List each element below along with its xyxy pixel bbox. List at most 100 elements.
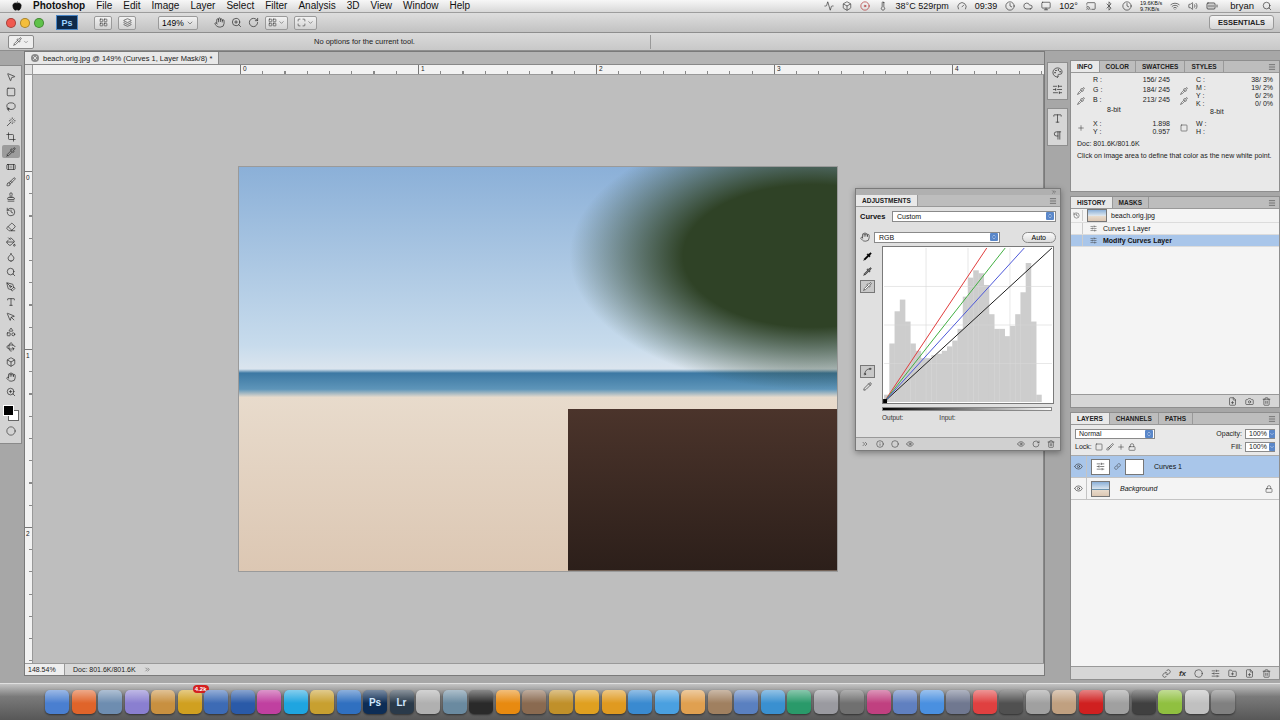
tool-button[interactable] (2, 370, 20, 383)
color-swatches[interactable] (2, 404, 20, 422)
menu-item[interactable]: Filter (265, 0, 287, 12)
healing-brush-icon[interactable] (6, 162, 16, 172)
new-layer-icon[interactable] (1245, 669, 1254, 678)
brush-icon[interactable] (6, 177, 16, 187)
dock-app[interactable]: Lr (390, 690, 414, 714)
crop-icon[interactable] (6, 132, 16, 142)
history-item[interactable]: Modify Curves Layer (1071, 235, 1279, 247)
dock-app[interactable] (628, 690, 652, 714)
dropdown[interactable]: Normal (1075, 429, 1155, 439)
previous-state-icon[interactable] (1017, 440, 1025, 448)
user-name[interactable]: bryan (1230, 0, 1254, 12)
black-point-icon[interactable] (863, 252, 872, 261)
magic-wand-icon[interactable] (6, 117, 16, 127)
tool-button[interactable] (2, 100, 20, 113)
layer-row[interactable]: Curves 1 (1071, 456, 1279, 478)
tool-button[interactable] (2, 130, 20, 143)
panel-tab[interactable]: CHANNELS (1110, 413, 1159, 424)
bar-button[interactable] (94, 16, 112, 30)
adjustments-panel[interactable]: ADJUSTMENTSCurvesCustomRGBAutoOutput:Inp… (855, 188, 1061, 451)
panel-tab[interactable]: STYLES (1185, 61, 1223, 72)
menu-item[interactable]: Image (152, 0, 180, 12)
dock-app[interactable] (655, 690, 679, 714)
curve-line[interactable] (884, 248, 1024, 402)
dock-app[interactable]: Ps (363, 690, 387, 714)
dock-app[interactable] (151, 690, 175, 714)
dock-app[interactable] (72, 690, 96, 714)
close-icon[interactable] (32, 55, 38, 61)
dock-app[interactable] (867, 690, 891, 714)
tool-button[interactable] (2, 385, 20, 398)
zoom-icon[interactable] (231, 17, 242, 28)
tool-button[interactable] (2, 205, 20, 218)
menu-item[interactable]: Window (403, 0, 439, 12)
menu-item[interactable]: Select (226, 0, 254, 12)
dock-app[interactable] (814, 690, 838, 714)
panel-menu-button[interactable] (1049, 195, 1060, 206)
dock-app[interactable] (787, 690, 811, 714)
curve-line[interactable] (884, 248, 1052, 402)
hand-icon[interactable] (214, 17, 225, 28)
dock-app[interactable] (946, 690, 970, 714)
new-document-from-state-icon[interactable] (1228, 397, 1237, 406)
arrange-documents-icon[interactable] (268, 18, 277, 27)
dock-app[interactable] (1158, 690, 1182, 714)
dock-app[interactable] (310, 690, 334, 714)
curves-tool[interactable] (860, 380, 875, 393)
panel-tab[interactable]: MASKS (1113, 197, 1149, 208)
3d-rotate-icon[interactable] (6, 342, 16, 352)
dock-app[interactable] (973, 690, 997, 714)
toggle-visibility-icon[interactable] (906, 440, 914, 448)
auto-button[interactable]: Auto (1022, 232, 1056, 243)
color-panel-icon[interactable] (1052, 67, 1063, 78)
zoom-select[interactable]: 149% (158, 16, 198, 30)
dodge-icon[interactable] (6, 267, 16, 277)
dock-app[interactable] (204, 690, 228, 714)
dock-app[interactable] (1132, 690, 1156, 714)
curves-tool[interactable] (860, 280, 875, 293)
visibility-toggle[interactable] (1071, 456, 1087, 477)
panel-menu-button[interactable] (1268, 413, 1279, 424)
menu-item[interactable]: Photoshop (33, 0, 85, 12)
menu-item[interactable]: View (370, 0, 392, 12)
tool-button[interactable] (2, 175, 20, 188)
zoom-icon[interactable] (6, 387, 16, 397)
close-tab-button[interactable] (31, 54, 39, 62)
dock-app[interactable]: 4.2k (178, 690, 202, 714)
document-tab[interactable]: beach.orig.jpg @ 149% (Curves 1, Layer M… (25, 52, 219, 64)
panel-tab[interactable]: ADJUSTMENTS (856, 195, 918, 206)
character-panel-icon[interactable] (1052, 113, 1063, 124)
tool-button[interactable] (2, 310, 20, 323)
history-item[interactable]: Curves 1 Layer (1071, 223, 1279, 235)
marquee-icon[interactable] (6, 87, 16, 97)
panel-menu-icon[interactable] (1268, 415, 1276, 423)
curves-graph[interactable] (882, 246, 1054, 404)
dock-app[interactable] (681, 690, 705, 714)
dock-app[interactable] (602, 690, 626, 714)
dock-app[interactable] (284, 690, 308, 714)
white-point-icon[interactable] (863, 282, 872, 291)
dock-app[interactable] (893, 690, 917, 714)
tool-button[interactable] (2, 85, 20, 98)
tool-button[interactable] (2, 235, 20, 248)
dock-app[interactable] (734, 690, 758, 714)
dock-app[interactable] (840, 690, 864, 714)
clip-to-layer-icon[interactable] (891, 440, 899, 448)
window-button[interactable] (20, 18, 30, 28)
shape-icon[interactable] (6, 327, 16, 337)
lasso-icon[interactable] (6, 102, 16, 112)
tool-button[interactable] (2, 70, 20, 83)
dock-app[interactable] (1211, 690, 1235, 714)
eye-icon[interactable] (1074, 484, 1083, 493)
screen-mode-icon[interactable] (297, 18, 306, 27)
new-group-icon[interactable] (1228, 669, 1237, 678)
dock-app[interactable] (337, 690, 361, 714)
foreground-color[interactable] (3, 405, 14, 416)
dock-app[interactable] (549, 690, 573, 714)
tool-button[interactable] (2, 265, 20, 278)
panel-menu-button[interactable] (1268, 197, 1279, 208)
dropdown[interactable]: RGB (874, 232, 1000, 243)
history-item[interactable]: beach.orig.jpg (1071, 209, 1279, 223)
lock-transparency-icon[interactable] (1095, 443, 1103, 451)
dropdown[interactable]: 100% (1245, 429, 1275, 439)
